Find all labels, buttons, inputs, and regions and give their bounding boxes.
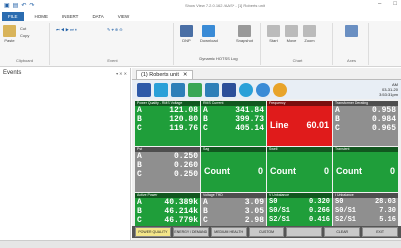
minimize-icon[interactable]: – — [378, 1, 381, 7]
event-group: ⏮ ◀ ▶ ⏭ ⏸ ✎ ⌖ ⊕ ⊖ Event — [52, 23, 174, 65]
dnp-group: DNP Download Snapshot Dynamic HOTSS Log — [176, 23, 261, 65]
window-title: Show View 7.2.0.162 /AAS* - [1] Roberts … — [185, 3, 265, 8]
document-area: (1) Roberts unit ✕ AM 03-31-20 3:53:31pm… — [132, 68, 401, 240]
ribbon: Paste Cut Copy Clipboard ⏮ ◀ ▶ ⏭ ⏸ ✎ ⌖ ⊕… — [0, 21, 401, 67]
events-title: Events — [3, 70, 22, 76]
sag-panel: Sag Count 0 — [201, 147, 266, 192]
transformer-derating-panel: Transformer Derating A 0.958 B 0.984 C 0.96… — [333, 101, 398, 146]
clipboard-group: Paste Cut Copy Clipboard — [0, 23, 50, 65]
download-icon — [202, 25, 216, 37]
tab-insert[interactable]: INSERT — [59, 13, 81, 20]
document-tab[interactable]: (1) Roberts unit ✕ — [136, 70, 193, 79]
maximize-icon[interactable]: □ — [393, 1, 397, 7]
tab-home[interactable]: HOME — [32, 13, 52, 20]
save-icon[interactable]: ▤ — [13, 2, 19, 9]
start-button[interactable]: Start — [267, 25, 280, 43]
snapshot-button[interactable]: Snapshot — [236, 25, 253, 43]
events-header: Events ▾ ✕ ✕ — [0, 68, 130, 78]
copy-button[interactable]: Copy — [20, 33, 29, 38]
move-button[interactable]: Move — [285, 25, 298, 43]
phasor-icon[interactable] — [188, 83, 202, 97]
axes-icon — [345, 25, 358, 37]
cut-button[interactable]: Cut — [20, 26, 26, 31]
dnp-icon — [180, 25, 193, 37]
rms-current-panel: RMS Current A 341.84 B 399.73 C 405.14 — [201, 101, 266, 146]
bottom-button-bar: POWER QUALITY ENERGY / DEMAND MEDIUM HEA… — [132, 226, 401, 238]
paste-icon — [3, 25, 16, 37]
snapshot-icon — [237, 25, 251, 37]
paste-button[interactable]: Paste — [3, 25, 16, 43]
harmonics-icon[interactable] — [222, 83, 236, 97]
event-nav-controls[interactable]: ⏮ ◀ ▶ ⏭ ⏸ — [56, 27, 77, 32]
quick-access-toolbar: ▣ ▤ ↶ ↷ — [4, 2, 34, 9]
tab-data[interactable]: DATA — [89, 13, 106, 20]
energy-demand-button[interactable]: ENERGY / DEMAND — [172, 227, 209, 237]
trend-icon[interactable] — [205, 83, 219, 97]
clear-button[interactable]: CLEAR — [324, 227, 361, 237]
events-panel: Events ▾ ✕ ✕ — [0, 68, 131, 240]
swell-panel: Swell Count 0 — [267, 147, 332, 192]
exit-button[interactable]: EXIT — [362, 227, 399, 237]
zoom-button[interactable]: Zoom — [303, 25, 316, 43]
meter-toolbar: AM 03-31-20 3:53:31pm — [132, 79, 401, 99]
event-tools[interactable]: ✎ ⌖ ⊕ ⊖ — [107, 27, 123, 32]
zoom-icon — [303, 25, 316, 37]
waveform-icon[interactable] — [171, 83, 185, 97]
tab-view[interactable]: VIEW — [115, 13, 133, 20]
rms-voltage-panel: Power Quality - RMS Voltage A 121.08 B 120… — [135, 101, 200, 146]
dnp-button[interactable]: DNP — [180, 25, 193, 43]
tab-file[interactable]: FILE — [2, 11, 24, 21]
undo-icon[interactable]: ↶ — [21, 2, 26, 9]
window-controls: – □ — [378, 1, 397, 7]
close-icon[interactable]: ✕ — [183, 72, 188, 78]
title-bar: ▣ ▤ ↶ ↷ Show View 7.2.0.162 /AAS* - [1] … — [0, 0, 401, 11]
alarm-icon[interactable] — [273, 83, 287, 97]
chart-group: Start Move Zoom Chart — [263, 23, 333, 65]
app-icon: ▣ — [4, 3, 10, 9]
settings-icon[interactable] — [239, 83, 253, 97]
transient-panel: Transient Count 0 — [333, 147, 398, 192]
start-icon — [267, 25, 280, 37]
frequency-panel: Frequency Line 60.01 — [267, 101, 332, 146]
info-icon[interactable] — [256, 83, 270, 97]
custom-button[interactable]: CUSTOM — [248, 227, 285, 237]
meter-icon[interactable] — [154, 83, 168, 97]
download-button[interactable]: Download — [200, 25, 218, 43]
pst-panel: Pst A 0.250 B 0.260 C 0.250 — [135, 147, 200, 192]
axes-button[interactable] — [345, 25, 358, 38]
menu-icon[interactable] — [137, 83, 151, 97]
medium-health-button[interactable]: MEDIUM HEALTH — [210, 227, 247, 237]
clock-display: AM 03-31-20 3:53:31pm — [379, 82, 398, 97]
ribbon-tabs: FILE HOME INSERT DATA VIEW — [0, 11, 401, 21]
redo-icon[interactable]: ↷ — [29, 2, 34, 9]
move-icon — [285, 25, 298, 37]
status-bar — [0, 240, 401, 248]
blank-button[interactable] — [286, 227, 323, 237]
axes-group: Axes — [335, 23, 369, 65]
events-panel-controls[interactable]: ▾ ✕ ✕ — [116, 71, 127, 76]
power-quality-button[interactable]: POWER QUALITY — [135, 227, 171, 237]
